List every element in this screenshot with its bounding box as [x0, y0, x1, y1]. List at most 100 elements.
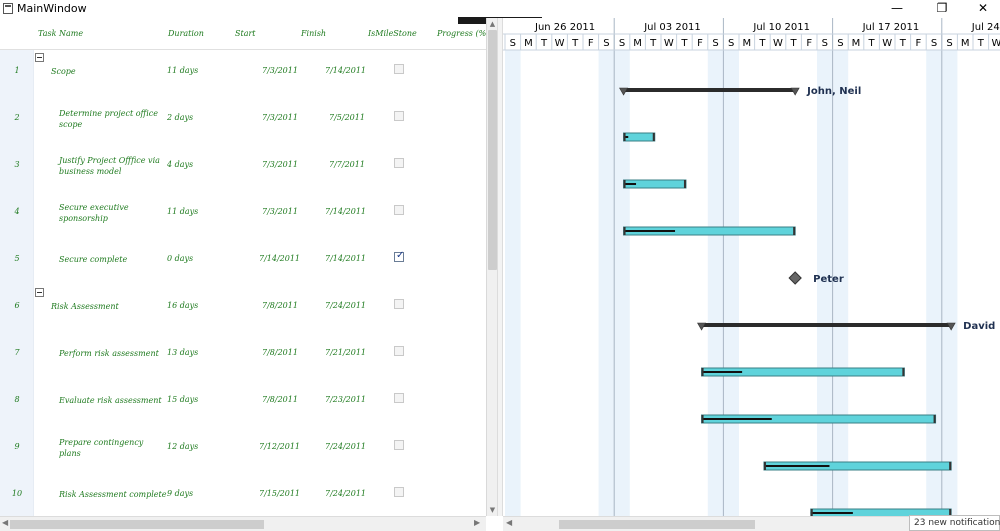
day-label: W [555, 38, 565, 49]
scroll-left-icon[interactable]: ◀ [506, 518, 512, 527]
table-row[interactable]: 1 Scope 11 days 7/3/2011 7/14/2011 [0, 49, 486, 96]
milestone-checkbox[interactable] [394, 111, 404, 121]
milestone-checkbox[interactable] [394, 440, 404, 450]
task-name-cell: Risk Assessment [51, 302, 119, 311]
weekend-shade [598, 50, 615, 516]
scroll-thumb[interactable] [559, 520, 755, 529]
day-label: T [977, 38, 985, 49]
table-row[interactable]: 10 Risk Assessment complete 9 days 7/15/201… [0, 472, 486, 516]
duration-cell: 4 days [167, 160, 194, 169]
day-label: F [806, 38, 812, 49]
column-header-duration[interactable]: Duration [168, 29, 204, 38]
scroll-thumb[interactable] [488, 30, 497, 270]
milestone-checkbox[interactable] [394, 205, 404, 215]
start-cell: 7/14/2011 [259, 254, 301, 263]
milestone-checkbox[interactable] [394, 346, 404, 356]
table-row[interactable]: 9 Prepare contingency plans 12 days 7/12/20… [0, 425, 486, 472]
grid-horizontal-scrollbar[interactable]: ◀ ▶ [0, 516, 486, 531]
day-label: T [540, 38, 548, 49]
grid-vertical-scrollbar[interactable]: ▲ ▼ [486, 18, 497, 516]
week-label: Jul 03 2011 [643, 22, 701, 33]
table-row[interactable]: 7 Perform risk assessment 13 days 7/8/2011 7… [0, 331, 486, 378]
weekend-shade [941, 50, 958, 516]
resource-label: David [963, 321, 995, 332]
day-label: T [899, 38, 907, 49]
column-header-task-name[interactable]: Task Name [38, 29, 83, 38]
minimize-button[interactable]: — [880, 0, 914, 18]
start-cell: 7/8/2011 [262, 348, 298, 357]
start-cell: 7/8/2011 [262, 301, 298, 310]
finish-cell: 7/24/2011 [325, 489, 367, 498]
summary-bar[interactable] [701, 323, 952, 327]
table-row[interactable]: 4 Secure executive sponsorship 11 days 7/3/… [0, 190, 486, 237]
resource-label: John, Neil [806, 86, 861, 97]
table-row[interactable]: 6 Risk Assessment 16 days 7/8/2011 7/24/2011 [0, 284, 486, 331]
notification-toast[interactable]: 23 new notifications [909, 515, 1000, 531]
column-header-finish[interactable]: Finish [301, 29, 326, 38]
milestone-checkbox[interactable] [394, 250, 404, 262]
day-label: M [961, 38, 970, 49]
table-row[interactable]: 2 Determine project office scope 2 days 7/3… [0, 96, 486, 143]
duration-cell: 11 days [167, 207, 199, 216]
task-name-cell: Justify Project Offfice via business mod… [59, 156, 160, 176]
row-number: 10 [11, 489, 23, 498]
day-label: T [649, 38, 657, 49]
finish-cell: 7/21/2011 [325, 348, 367, 357]
collapse-icon[interactable] [35, 288, 44, 297]
collapse-icon[interactable] [35, 53, 44, 62]
row-number: 1 [14, 66, 20, 75]
milestone-checkbox[interactable] [394, 393, 404, 403]
duration-cell: 12 days [167, 442, 199, 451]
table-row[interactable]: 8 Evaluate risk assessment 15 days 7/8/2011… [0, 378, 486, 425]
start-cell: 7/3/2011 [262, 66, 298, 75]
finish-cell: 7/24/2011 [325, 301, 367, 310]
task-progress [623, 230, 676, 232]
task-cap-left [623, 180, 626, 188]
duration-cell: 16 days [167, 301, 199, 310]
task-cap-right [933, 415, 936, 423]
table-row[interactable]: 3 Justify Project Offfice via business mo… [0, 143, 486, 190]
summary-bar[interactable] [623, 88, 796, 92]
task-name-cell: Scope [51, 67, 76, 76]
scroll-right-icon[interactable]: ▶ [474, 518, 480, 527]
table-row[interactable]: 5 Secure complete 0 days 7/14/2011 7/14/2011 [0, 237, 486, 284]
day-label: W [773, 38, 783, 49]
scroll-left-icon[interactable]: ◀ [2, 518, 8, 527]
day-label: T [571, 38, 579, 49]
scroll-thumb[interactable] [10, 520, 264, 529]
day-label: T [680, 38, 688, 49]
finish-cell: 7/14/2011 [325, 207, 367, 216]
milestone-diamond[interactable] [788, 271, 802, 285]
day-label: W [664, 38, 674, 49]
task-cap-left [701, 368, 704, 376]
duration-cell: 15 days [167, 395, 199, 404]
column-header-progress[interactable]: Progress (%) [437, 29, 486, 38]
start-cell: 7/12/2011 [259, 442, 301, 451]
week-label: Jun 26 2011 [534, 22, 595, 33]
task-progress [701, 418, 772, 420]
restore-button[interactable]: ❐ [925, 0, 959, 18]
day-label: S [837, 38, 843, 49]
task-cap-right [683, 180, 686, 188]
task-cap-left [701, 415, 704, 423]
weekend-shade [926, 50, 942, 516]
day-label: T [758, 38, 766, 49]
milestone-checkbox[interactable] [394, 64, 404, 74]
start-cell: 7/8/2011 [262, 395, 298, 404]
row-number: 4 [14, 207, 20, 216]
task-progress [810, 512, 853, 514]
duration-cell: 0 days [167, 254, 194, 263]
start-cell: 7/3/2011 [262, 207, 298, 216]
milestone-checkbox[interactable] [394, 299, 404, 309]
day-label: S [510, 38, 516, 49]
row-number: 9 [14, 442, 20, 451]
column-header-ismilestone[interactable]: IsMileStone [368, 29, 417, 38]
close-button[interactable]: ✕ [966, 0, 1000, 18]
column-header-start[interactable]: Start [235, 29, 256, 38]
milestone-checkbox[interactable] [394, 487, 404, 497]
task-cap-left [763, 462, 766, 470]
milestone-checkbox[interactable] [394, 158, 404, 168]
task-progress [701, 371, 743, 373]
gantt-canvas: Jun 26 2011 Jul 03 2011 Jul 10 2011 Jul 17 … [503, 18, 1000, 516]
row-number: 5 [14, 254, 20, 263]
